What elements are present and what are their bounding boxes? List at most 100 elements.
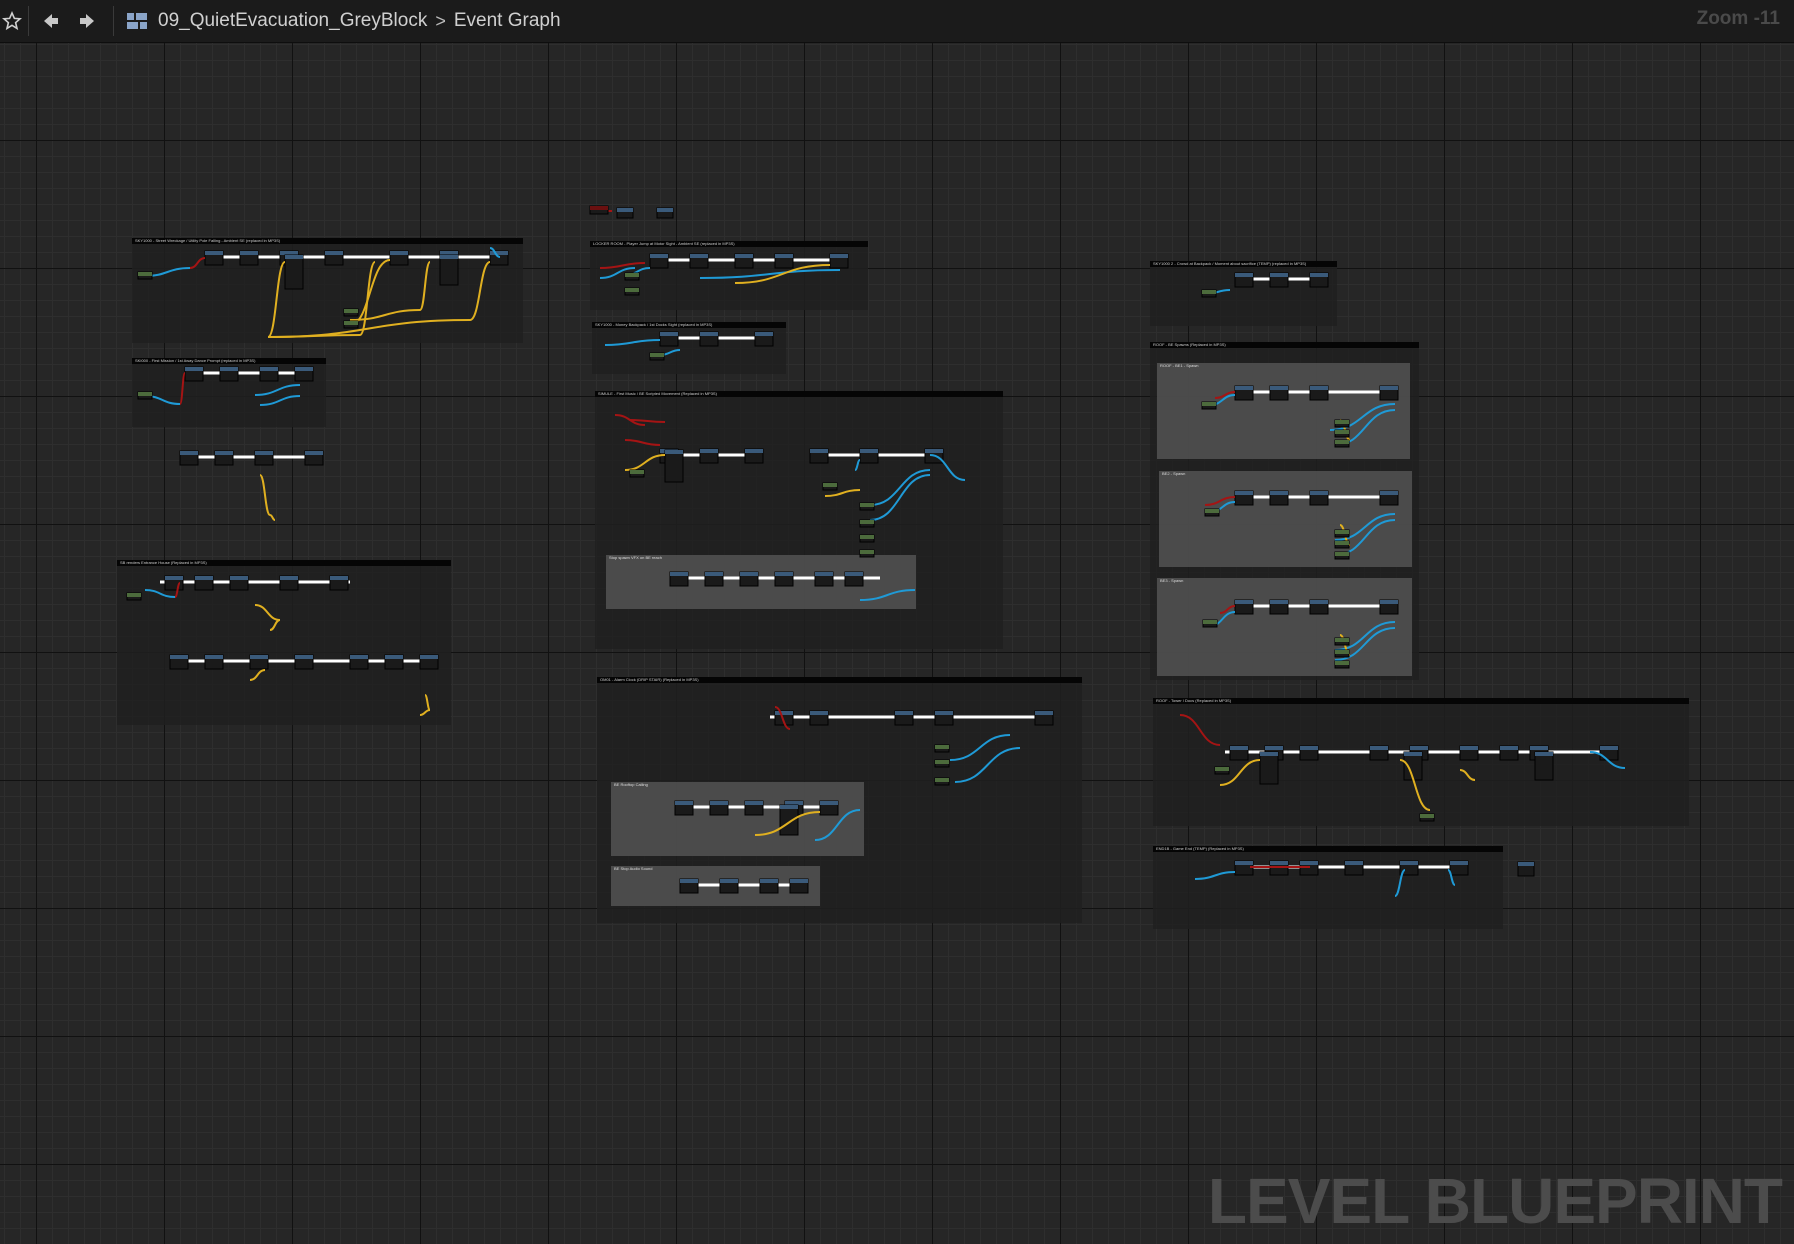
blueprint-node[interactable] (419, 654, 439, 670)
blueprint-node[interactable] (819, 800, 839, 816)
blueprint-node[interactable] (829, 253, 849, 269)
blueprint-node[interactable] (1234, 490, 1254, 506)
blueprint-node[interactable] (1419, 813, 1435, 822)
blueprint-node[interactable] (343, 320, 359, 329)
blueprint-node[interactable] (294, 654, 314, 670)
blueprint-node[interactable] (1334, 419, 1350, 428)
blueprint-node[interactable] (1214, 766, 1230, 775)
blueprint-node[interactable] (204, 654, 224, 670)
blueprint-node[interactable] (229, 575, 249, 591)
blueprint-node[interactable] (859, 519, 875, 528)
blueprint-node[interactable] (389, 250, 409, 266)
blueprint-node[interactable] (329, 575, 349, 591)
blueprint-node[interactable] (709, 800, 729, 816)
blueprint-node[interactable] (589, 205, 609, 215)
blueprint-node[interactable] (164, 575, 184, 591)
blueprint-node[interactable] (1499, 745, 1519, 761)
blueprint-node[interactable] (239, 250, 259, 266)
blueprint-node[interactable] (744, 448, 764, 464)
blueprint-node[interactable] (1334, 540, 1350, 549)
blueprint-node[interactable] (1201, 401, 1217, 410)
blueprint-node[interactable] (822, 482, 838, 491)
blueprint-node[interactable] (1269, 490, 1289, 506)
blueprint-node[interactable] (1599, 745, 1619, 761)
blueprint-node[interactable] (1309, 385, 1329, 401)
blueprint-node[interactable] (774, 571, 794, 587)
blueprint-node[interactable] (629, 469, 645, 478)
blueprint-node[interactable] (126, 592, 142, 601)
blueprint-node[interactable] (219, 366, 239, 382)
blueprint-node[interactable] (699, 448, 719, 464)
blueprint-node[interactable] (1309, 490, 1329, 506)
blueprint-node[interactable] (204, 250, 224, 266)
blueprint-node[interactable] (774, 253, 794, 269)
blueprint-node[interactable] (679, 878, 699, 894)
blueprint-node[interactable] (1334, 551, 1350, 560)
blueprint-node[interactable] (1369, 745, 1389, 761)
blueprint-node[interactable] (194, 575, 214, 591)
blueprint-node[interactable] (754, 331, 774, 347)
blueprint-node[interactable] (1234, 385, 1254, 401)
blueprint-node[interactable] (649, 352, 665, 361)
blueprint-node[interactable] (254, 450, 274, 466)
blueprint-node[interactable] (137, 271, 153, 280)
blueprint-node[interactable] (1379, 490, 1399, 506)
blueprint-node[interactable] (1334, 660, 1350, 669)
blueprint-node[interactable] (689, 253, 709, 269)
blueprint-node[interactable] (1449, 860, 1469, 876)
blueprint-node[interactable] (656, 207, 674, 219)
blueprint-node[interactable] (304, 450, 324, 466)
blueprint-node[interactable] (934, 759, 950, 768)
blueprint-node[interactable] (759, 878, 779, 894)
blueprint-node[interactable] (789, 878, 809, 894)
blueprint-node[interactable] (669, 571, 689, 587)
blueprint-node[interactable] (719, 878, 739, 894)
blueprint-node[interactable] (1299, 745, 1319, 761)
blueprint-node[interactable] (259, 366, 279, 382)
blueprint-node[interactable] (1234, 599, 1254, 615)
blueprint-node[interactable] (859, 502, 875, 511)
blueprint-node[interactable] (659, 331, 679, 347)
blueprint-node[interactable] (294, 366, 314, 382)
blueprint-node[interactable] (1309, 272, 1329, 288)
blueprint-node[interactable] (1259, 751, 1279, 785)
blueprint-node[interactable] (184, 366, 204, 382)
blueprint-node[interactable] (1234, 272, 1254, 288)
blueprint-node[interactable] (779, 804, 799, 836)
blueprint-node[interactable] (349, 654, 369, 670)
blueprint-node[interactable] (934, 744, 950, 753)
blueprint-node[interactable] (1202, 619, 1218, 628)
blueprint-node[interactable] (439, 254, 459, 286)
blueprint-node[interactable] (1517, 861, 1535, 877)
blueprint-node[interactable] (324, 250, 344, 266)
blueprint-node[interactable] (809, 710, 829, 726)
blueprint-node[interactable] (1309, 599, 1329, 615)
blueprint-node[interactable] (384, 654, 404, 670)
blueprint-node[interactable] (1334, 439, 1350, 448)
blueprint-node[interactable] (343, 308, 359, 317)
blueprint-node[interactable] (169, 654, 189, 670)
blueprint-node[interactable] (489, 250, 509, 266)
blueprint-node[interactable] (1269, 385, 1289, 401)
blueprint-node[interactable] (734, 253, 754, 269)
blueprint-node[interactable] (1459, 745, 1479, 761)
blueprint-node[interactable] (859, 534, 875, 543)
blueprint-node[interactable] (1334, 637, 1350, 646)
blueprint-node[interactable] (1379, 385, 1399, 401)
blueprint-node[interactable] (1334, 529, 1350, 538)
blueprint-node[interactable] (1201, 289, 1217, 298)
blueprint-node[interactable] (624, 287, 640, 296)
blueprint-node[interactable] (1269, 599, 1289, 615)
blueprint-node[interactable] (179, 450, 199, 466)
blueprint-node[interactable] (699, 331, 719, 347)
blueprint-node[interactable] (649, 253, 669, 269)
blueprint-node[interactable] (674, 800, 694, 816)
blueprint-node[interactable] (894, 710, 914, 726)
blueprint-node[interactable] (1344, 860, 1364, 876)
blueprint-node[interactable] (1229, 745, 1249, 761)
blueprint-node[interactable] (1269, 272, 1289, 288)
blueprint-node[interactable] (284, 254, 304, 290)
blueprint-node[interactable] (137, 391, 153, 400)
blueprint-node[interactable] (616, 207, 634, 219)
blueprint-node[interactable] (744, 800, 764, 816)
